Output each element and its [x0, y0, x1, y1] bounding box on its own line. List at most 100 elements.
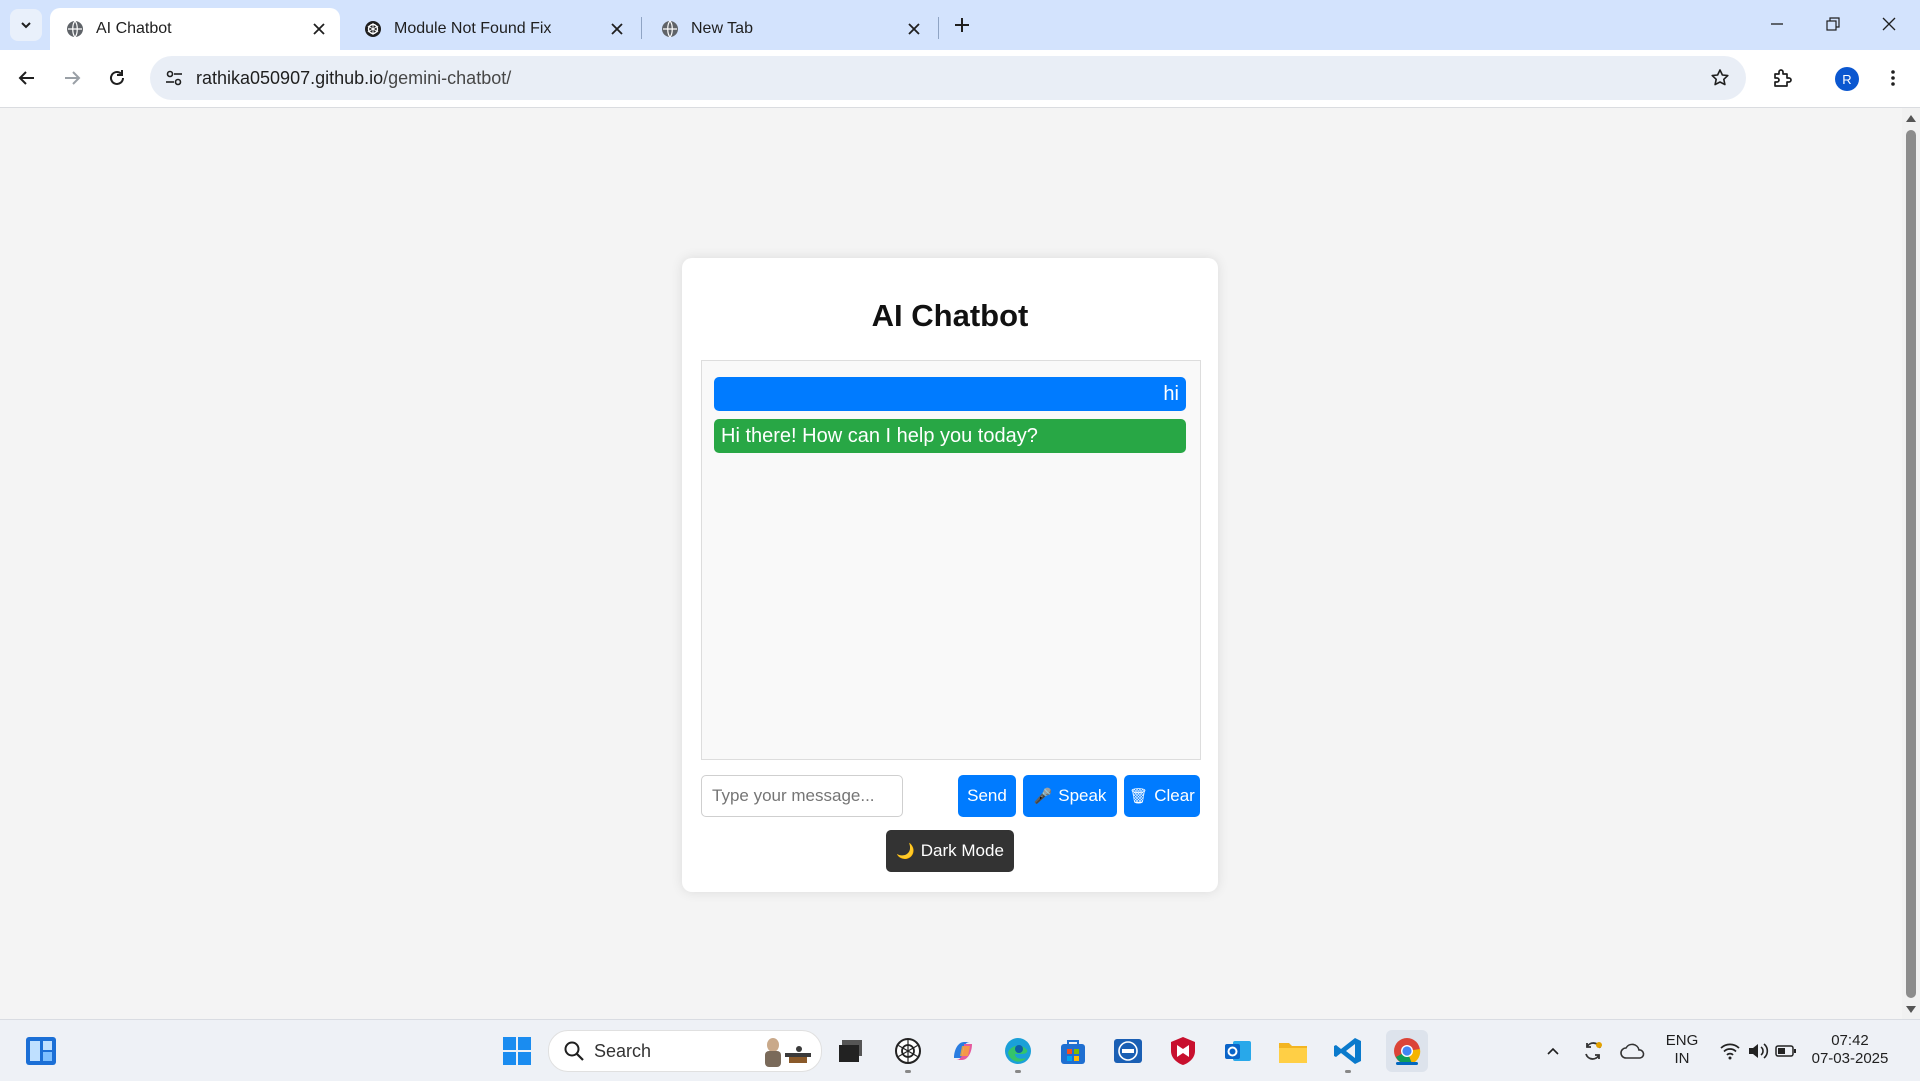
show-hidden-icons-button[interactable] — [1536, 1034, 1570, 1068]
sync-icon — [1585, 1042, 1602, 1060]
tab-ai-chatbot[interactable]: AI Chatbot — [50, 8, 340, 50]
browser-tab-bar: AI Chatbot Module Not Found Fix New Tab — [0, 0, 1920, 50]
onedrive-cloud-icon — [1620, 1043, 1645, 1059]
windows-taskbar: Search ENG IN 07:42 07-03-2025 — [0, 1019, 1920, 1081]
clock[interactable]: 07:42 07-03-2025 — [1808, 1032, 1892, 1068]
close-tab-icon[interactable] — [905, 20, 923, 38]
outlook-icon — [1225, 1041, 1251, 1061]
tray-network-volume-battery[interactable] — [1714, 1034, 1802, 1068]
close-tab-icon[interactable] — [310, 20, 328, 38]
extensions-button[interactable] — [1767, 63, 1797, 93]
browser-toolbar: rathika050907.github.io/gemini-chatbot/ — [0, 50, 1920, 108]
clear-button[interactable]: 🗑 Clear — [1124, 775, 1200, 817]
send-button[interactable]: Send — [958, 775, 1016, 817]
close-window-button[interactable] — [1866, 8, 1912, 40]
taskbar-store[interactable] — [1056, 1034, 1090, 1068]
page-scrollbar[interactable] — [1902, 108, 1920, 1019]
taskbar-edge[interactable] — [1001, 1034, 1035, 1068]
task-view-button[interactable] — [834, 1034, 868, 1068]
search-label: Search — [594, 1041, 652, 1061]
scroll-down-arrow[interactable] — [1906, 1006, 1916, 1013]
bookmark-star-button[interactable] — [1708, 66, 1732, 90]
taskbar-mcafee[interactable] — [1166, 1034, 1200, 1068]
tray-sync-button[interactable] — [1576, 1034, 1610, 1068]
taskbar-search-box[interactable]: Search — [548, 1030, 822, 1072]
close-tab-icon[interactable] — [608, 20, 626, 38]
chrome-active-indicator — [1396, 1062, 1418, 1065]
windows-logo-icon — [503, 1037, 531, 1065]
moon-icon: 🌙 — [896, 843, 915, 860]
tab-search-button[interactable] — [10, 9, 42, 41]
vscode-running-indicator — [1345, 1070, 1351, 1073]
globe-icon — [662, 20, 678, 38]
chevron-down-icon — [21, 22, 31, 29]
region-code: IN — [1674, 1050, 1690, 1067]
store-icon — [1061, 1040, 1085, 1064]
trash-icon: 🗑 — [1129, 788, 1149, 805]
clear-button-label: Clear — [1154, 786, 1195, 805]
speak-button[interactable]: 🎤 Speak — [1023, 775, 1117, 817]
dell-icon — [1114, 1039, 1142, 1063]
taskbar-dell[interactable] — [1111, 1034, 1145, 1068]
language-indicator[interactable]: ENG IN — [1658, 1032, 1706, 1068]
tab-new-tab[interactable]: New Tab — [645, 8, 935, 50]
tray-onedrive-button[interactable] — [1616, 1034, 1650, 1068]
widgets-button[interactable] — [24, 1034, 58, 1068]
restore-button[interactable] — [1810, 8, 1856, 40]
chevron-up-icon — [1547, 1047, 1559, 1055]
more-vert-icon — [1891, 70, 1895, 86]
copilot-icon — [954, 1042, 972, 1060]
tab-separator — [938, 17, 939, 39]
profile-avatar[interactable]: R — [1835, 67, 1859, 91]
language-code: ENG — [1665, 1032, 1699, 1049]
address-bar[interactable]: rathika050907.github.io/gemini-chatbot/ — [150, 56, 1746, 100]
chatgpt-icon — [895, 1038, 921, 1064]
chatbot-container: AI Chatbot hi Hi there! How can I help y… — [682, 258, 1218, 892]
tab-module-not-found-fix[interactable]: Module Not Found Fix — [348, 8, 638, 50]
wifi-icon — [1720, 1043, 1740, 1060]
url-text[interactable]: rathika050907.github.io/gemini-chatbot/ — [196, 68, 511, 89]
scroll-up-arrow[interactable] — [1906, 115, 1916, 122]
back-button[interactable] — [12, 63, 42, 93]
puzzle-icon — [1774, 69, 1792, 87]
send-button-label: Send — [967, 786, 1007, 805]
edge-running-indicator — [1015, 1070, 1021, 1073]
reload-icon — [110, 70, 124, 85]
tab-title: New Tab — [691, 20, 753, 37]
new-tab-button[interactable] — [950, 13, 974, 37]
vscode-icon — [1334, 1038, 1361, 1064]
minimize-icon — [1771, 23, 1783, 25]
taskbar-chrome[interactable] — [1386, 1030, 1428, 1072]
star-icon — [1711, 69, 1729, 86]
edge-icon — [1005, 1038, 1031, 1064]
forward-button[interactable] — [57, 63, 87, 93]
user-message: hi — [714, 377, 1186, 411]
search-highlight-illustration-icon — [765, 1038, 811, 1067]
bot-message: Hi there! How can I help you today? — [714, 419, 1186, 453]
minimize-button[interactable] — [1754, 8, 1800, 40]
taskbar-chatgpt[interactable] — [891, 1034, 925, 1068]
scrollbar-thumb[interactable] — [1906, 130, 1916, 998]
tab-title: AI Chatbot — [96, 20, 172, 37]
close-icon — [1882, 17, 1896, 31]
taskbar-copilot[interactable] — [946, 1034, 980, 1068]
arrow-right-icon — [65, 71, 81, 85]
taskbar-file-explorer[interactable] — [1276, 1034, 1310, 1068]
message-input[interactable] — [701, 775, 903, 817]
taskbar-vscode[interactable] — [1331, 1034, 1365, 1068]
reload-button[interactable] — [102, 63, 132, 93]
clock-time: 07:42 — [1831, 1032, 1869, 1049]
start-button[interactable] — [500, 1034, 534, 1068]
widgets-icon — [26, 1037, 56, 1065]
microphone-icon: 🎤 — [1033, 788, 1053, 805]
menu-button[interactable] — [1878, 63, 1908, 93]
url-host: rathika050907.github.io — [196, 68, 384, 88]
dark-mode-button[interactable]: 🌙 Dark Mode — [886, 830, 1014, 872]
dark-mode-button-label: Dark Mode — [920, 841, 1004, 860]
page-title: AI Chatbot — [871, 298, 1029, 333]
battery-icon — [1775, 1045, 1796, 1057]
tab-separator — [641, 17, 642, 39]
taskbar-outlook[interactable] — [1221, 1034, 1255, 1068]
chat-box[interactable]: hi Hi there! How can I help you today? — [701, 360, 1201, 760]
site-info-button[interactable] — [160, 64, 188, 92]
